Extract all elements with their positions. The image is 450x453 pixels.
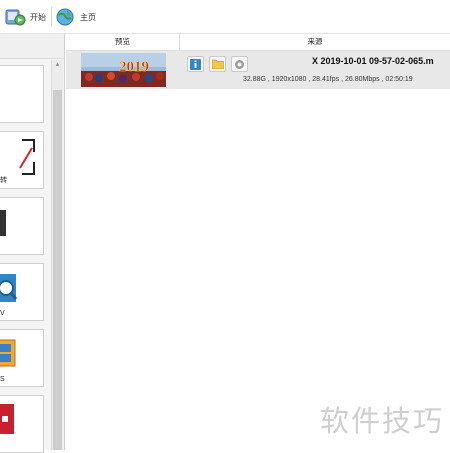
column-header-preview[interactable]: 预览 <box>66 34 179 50</box>
open-folder-button[interactable] <box>209 56 226 72</box>
folder-icon <box>211 59 224 69</box>
sidebar-card-label: S <box>0 376 5 383</box>
info-icon <box>190 58 201 70</box>
thumbnail-text: 2019 <box>119 59 149 75</box>
video-search-icon <box>0 274 18 302</box>
sidebar-card-label: 转 <box>0 177 7 184</box>
toolbar: 开始 主页 <box>0 0 450 34</box>
toolbox-icon <box>0 404 14 434</box>
document-icon <box>0 210 6 236</box>
task-table: 预览 来源 2019 X 2019-10-01 09-57-02-065.m 3… <box>66 34 450 450</box>
toolbar-divider <box>51 7 52 27</box>
watermark-text: 软件技巧 <box>320 404 445 438</box>
sidebar-card-video[interactable]: V <box>0 263 44 321</box>
start-icon <box>5 9 26 26</box>
home-globe-icon <box>56 8 74 26</box>
table-header: 预览 来源 <box>66 34 450 51</box>
file-name: X 2019-10-01 09-57-02-065.m <box>312 56 434 66</box>
sidebar-card-3[interactable] <box>0 197 44 255</box>
sidebar-card-film[interactable]: S <box>0 329 44 387</box>
home-button[interactable]: 主页 <box>55 6 96 28</box>
start-label: 开始 <box>30 12 46 22</box>
column-header-source[interactable]: 来源 <box>180 34 450 50</box>
settings-button[interactable] <box>231 56 248 72</box>
table-row[interactable]: 2019 X 2019-10-01 09-57-02-065.m 32.88G … <box>66 51 450 89</box>
film-icon <box>0 339 16 367</box>
sidebar: 转 V S ▲ <box>0 34 65 453</box>
sidebar-card-tool[interactable] <box>0 395 44 453</box>
sidebar-header <box>0 34 64 59</box>
sidebar-card-1[interactable] <box>0 65 44 123</box>
sidebar-card-label: V <box>0 310 5 317</box>
gear-icon <box>235 59 244 69</box>
sidebar-card-crop[interactable]: 转 <box>0 131 44 189</box>
home-label: 主页 <box>80 12 96 22</box>
scrollbar-thumb[interactable] <box>53 90 62 450</box>
scroll-up-arrow[interactable]: ▲ <box>53 60 62 70</box>
start-button[interactable]: 开始 <box>5 6 46 28</box>
video-thumbnail: 2019 <box>81 53 166 87</box>
sidebar-scrollbar[interactable]: ▲ <box>51 60 63 450</box>
info-button[interactable] <box>187 56 204 72</box>
file-meta: 32.88G , 1920x1080 , 28.41fps , 26.80Mbp… <box>243 76 413 83</box>
